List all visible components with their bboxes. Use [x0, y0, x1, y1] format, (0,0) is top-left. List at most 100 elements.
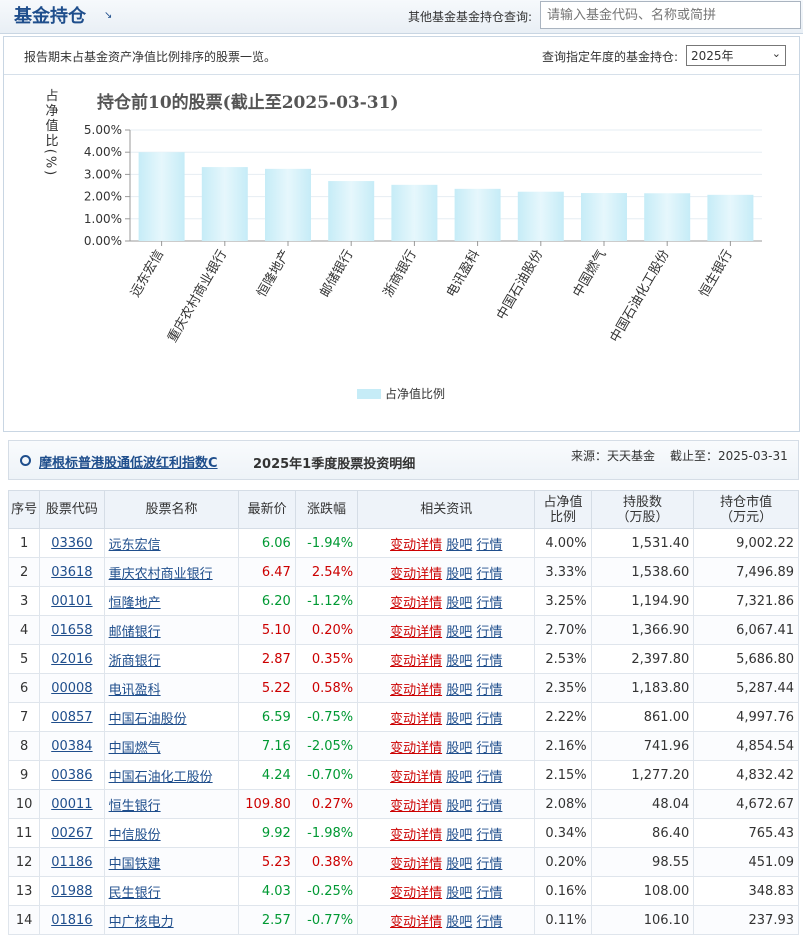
market-value: 451.09 [693, 847, 799, 877]
bar-3 [328, 181, 375, 241]
stock-name-link[interactable]: 中国铁建 [109, 857, 161, 872]
stock-forum-link[interactable]: 股吧 [446, 770, 472, 785]
stock-name-link[interactable]: 恒生银行 [109, 799, 161, 814]
stock-forum-link[interactable]: 股吧 [446, 915, 472, 930]
stock-forum-link[interactable]: 股吧 [446, 857, 472, 872]
change-detail-link[interactable]: 变动详情 [390, 596, 442, 611]
y-tick-label: 3.00% [84, 167, 122, 181]
y-tick-label: 4.00% [84, 145, 122, 159]
stock-name-link[interactable]: 中信股份 [109, 828, 161, 843]
table-row: 9 00386 中国石油化工股份 4.24 -0.70% 变动详情 股吧 行情 2.15% 1… [7, 760, 799, 790]
row-no: 14 [7, 905, 41, 935]
stock-forum-link[interactable]: 股吧 [446, 712, 472, 727]
quote-link[interactable]: 行情 [476, 683, 502, 698]
nav-ratio: 0.20% [534, 847, 592, 877]
change-detail-link[interactable]: 变动详情 [390, 654, 442, 669]
quote-link[interactable]: 行情 [476, 567, 502, 582]
stock-forum-link[interactable]: 股吧 [446, 683, 472, 698]
stock-code-link[interactable]: 01186 [51, 855, 92, 870]
change-detail-link[interactable]: 变动详情 [390, 799, 442, 814]
row-no: 3 [7, 586, 41, 616]
stock-name-link[interactable]: 电讯盈科 [109, 683, 161, 698]
quote-link[interactable]: 行情 [476, 741, 502, 756]
bar-8 [644, 193, 691, 241]
latest-price: 109.80 [238, 789, 296, 819]
price-change: 2.54% [294, 557, 359, 587]
market-value: 7,321.86 [693, 586, 799, 616]
page-title: 基金持仓 [14, 6, 86, 27]
stock-code-link[interactable]: 01658 [51, 623, 92, 638]
stock-code-link[interactable]: 01988 [51, 884, 92, 899]
change-detail-link[interactable]: 变动详情 [390, 857, 442, 872]
year-select[interactable]: 2025年 ⌄ [686, 45, 786, 66]
stock-code-link[interactable]: 00386 [51, 768, 92, 783]
fund-search-input[interactable] [540, 1, 801, 29]
change-detail-link[interactable]: 变动详情 [390, 886, 442, 901]
stock-name-link[interactable]: 恒隆地产 [109, 596, 161, 611]
col-header-value-line2: （万元） [720, 509, 773, 525]
stock-forum-link[interactable]: 股吧 [446, 625, 472, 640]
table-header-row: 序号 股票代码 股票名称 最新价 涨跌幅 相关资讯 占净值 比例 持股数 （万股） … [7, 490, 799, 529]
quote-link[interactable]: 行情 [476, 857, 502, 872]
quote-link[interactable]: 行情 [476, 799, 502, 814]
stock-code-link[interactable]: 03360 [51, 536, 92, 551]
stock-name-link[interactable]: 重庆农村商业银行 [109, 567, 213, 582]
change-detail-link[interactable]: 变动详情 [390, 538, 442, 553]
stock-forum-link[interactable]: 股吧 [446, 886, 472, 901]
change-detail-link[interactable]: 变动详情 [390, 567, 442, 582]
stock-name-link[interactable]: 民生银行 [109, 886, 161, 901]
change-detail-link[interactable]: 变动详情 [390, 712, 442, 727]
stock-forum-link[interactable]: 股吧 [446, 799, 472, 814]
quote-link[interactable]: 行情 [476, 596, 502, 611]
stock-name-link[interactable]: 中广核电力 [109, 915, 174, 930]
stock-code-link[interactable]: 00384 [51, 739, 92, 754]
as-of-date: 截止至：2025-03-31 [670, 449, 788, 463]
shares-held: 741.96 [590, 731, 695, 761]
quote-link[interactable]: 行情 [476, 654, 502, 669]
table-row: 7 00857 中国石油股份 6.59 -0.75% 变动详情 股吧 行情 2.22% 861… [7, 702, 799, 732]
stock-code-link[interactable]: 03618 [51, 565, 92, 580]
quote-link[interactable]: 行情 [476, 538, 502, 553]
quote-link[interactable]: 行情 [476, 770, 502, 785]
stock-name-link[interactable]: 邮储银行 [109, 625, 161, 640]
stock-code-link[interactable]: 02016 [51, 652, 92, 667]
col-header-shares: 持股数 （万股） [590, 490, 695, 529]
change-detail-link[interactable]: 变动详情 [390, 683, 442, 698]
stock-forum-link[interactable]: 股吧 [446, 828, 472, 843]
stock-name-link[interactable]: 中国石油化工股份 [109, 770, 213, 785]
stock-forum-link[interactable]: 股吧 [446, 741, 472, 756]
corner-arrow-icon[interactable]: ↘ [104, 10, 112, 21]
change-detail-link[interactable]: 变动详情 [390, 915, 442, 930]
stock-name-link[interactable]: 浙商银行 [109, 654, 161, 669]
stock-name-link[interactable]: 远东宏信 [109, 538, 161, 553]
quote-link[interactable]: 行情 [476, 886, 502, 901]
stock-forum-link[interactable]: 股吧 [446, 538, 472, 553]
stock-code-link[interactable]: 00101 [51, 594, 92, 609]
stock-name-link[interactable]: 中国燃气 [109, 741, 161, 756]
table-row: 12 01186 中国铁建 5.23 0.38% 变动详情 股吧 行情 0.20% 98.55… [7, 847, 799, 877]
change-detail-link[interactable]: 变动详情 [390, 741, 442, 756]
stock-code-link[interactable]: 00267 [51, 826, 92, 841]
row-no: 10 [7, 789, 41, 819]
fund-name-link[interactable]: 摩根标普港股通低波红利指数C [39, 452, 218, 471]
quote-link[interactable]: 行情 [476, 828, 502, 843]
stock-forum-link[interactable]: 股吧 [446, 654, 472, 669]
quote-link[interactable]: 行情 [476, 712, 502, 727]
latest-price: 2.87 [238, 644, 296, 674]
stock-name-link[interactable]: 中国石油股份 [109, 712, 187, 727]
stock-code-link[interactable]: 00011 [51, 797, 92, 812]
quote-link[interactable]: 行情 [476, 625, 502, 640]
change-detail-link[interactable]: 变动详情 [390, 828, 442, 843]
change-detail-link[interactable]: 变动详情 [390, 770, 442, 785]
stock-forum-link[interactable]: 股吧 [446, 567, 472, 582]
stock-code-link[interactable]: 00857 [51, 710, 92, 725]
stock-forum-link[interactable]: 股吧 [446, 596, 472, 611]
market-value: 348.83 [693, 876, 799, 906]
stock-code-link[interactable]: 01816 [51, 913, 92, 928]
stock-code-link[interactable]: 00008 [51, 681, 92, 696]
change-detail-link[interactable]: 变动详情 [390, 625, 442, 640]
table-row: 2 03618 重庆农村商业银行 6.47 2.54% 变动详情 股吧 行情 3.33% 1,… [7, 557, 799, 587]
latest-price: 6.59 [238, 702, 296, 732]
bar-7 [581, 193, 627, 241]
quote-link[interactable]: 行情 [476, 915, 502, 930]
